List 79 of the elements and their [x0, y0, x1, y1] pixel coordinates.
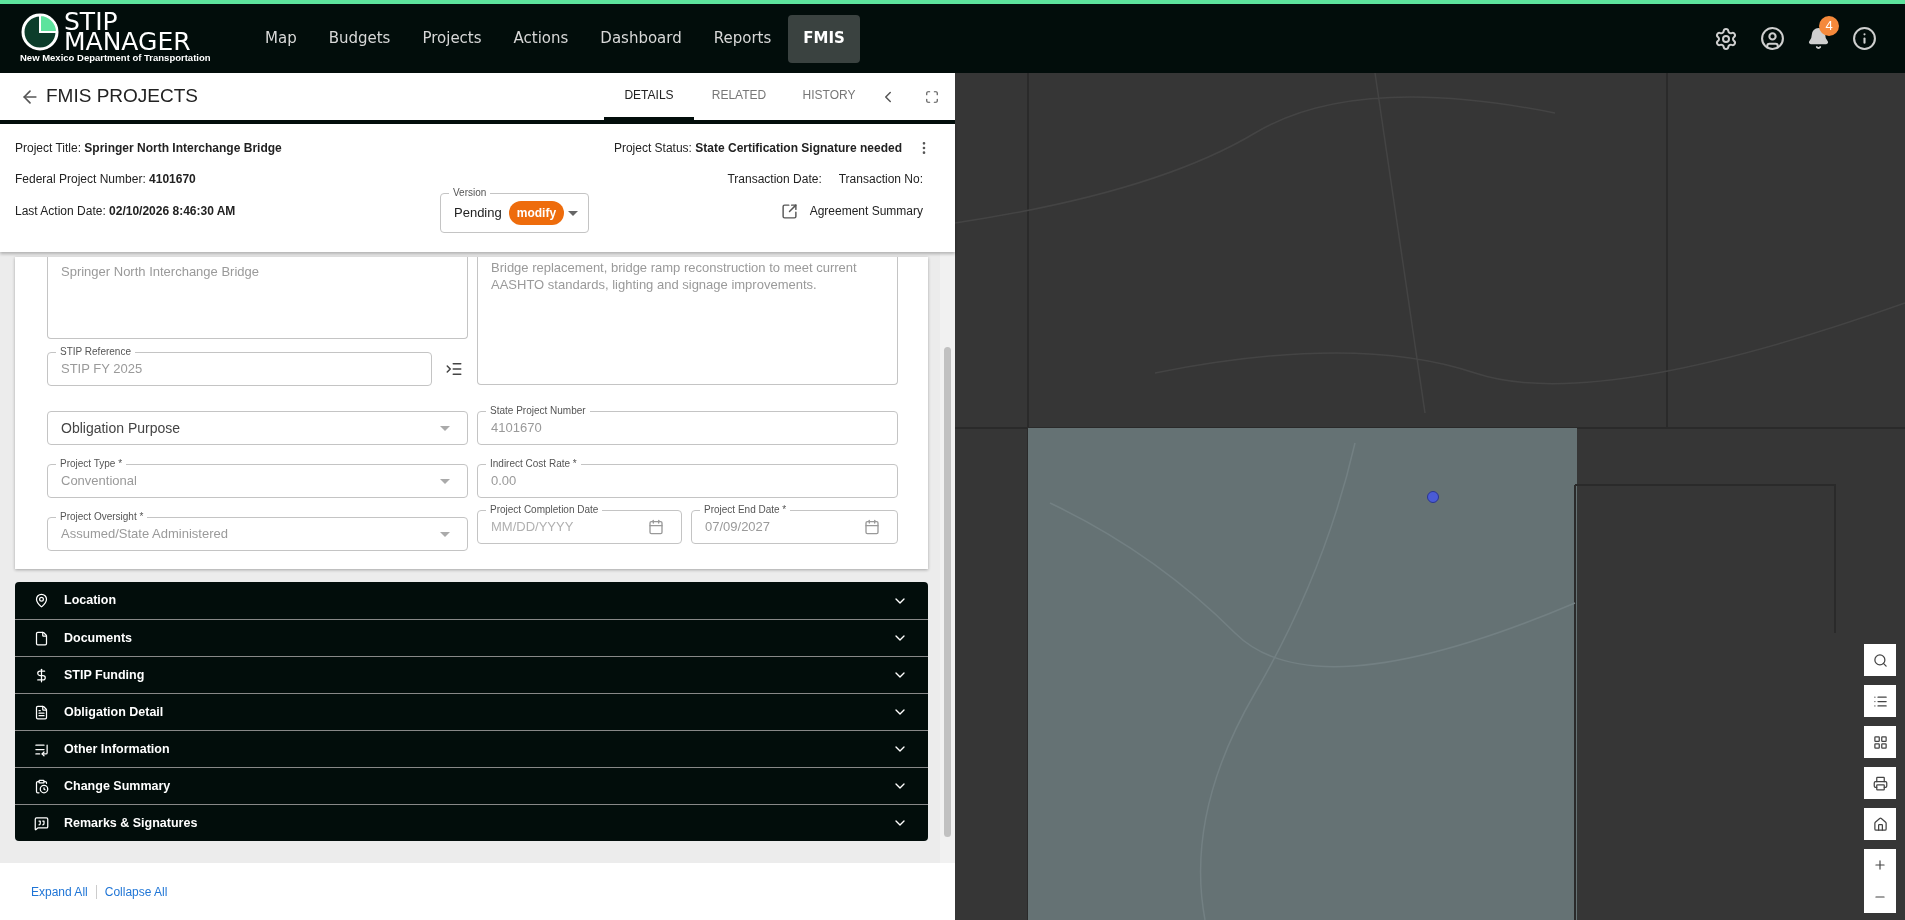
field-value: Pending — [454, 204, 502, 223]
settings-icon[interactable] — [1714, 26, 1738, 51]
project-title-text: Project Title: Springer North Interchange Bridge — [15, 140, 282, 157]
field-label: Project End Date * — [700, 504, 791, 516]
home-icon — [1872, 816, 1888, 832]
accordion-header[interactable]: Change Summary — [15, 767, 928, 804]
expand-all-link[interactable]: Expand All — [31, 882, 88, 901]
dropdown-caret-icon — [568, 210, 578, 216]
accordion-header[interactable]: STIP Funding — [15, 656, 928, 693]
accordion-header[interactable]: Obligation Detail — [15, 693, 928, 730]
dropdown-caret-icon — [440, 478, 450, 484]
location-pin-icon — [34, 593, 49, 608]
field-placeholder: Obligation Purpose — [61, 418, 182, 438]
nav-link[interactable]: Projects — [407, 14, 497, 63]
field-value: 07/09/2027 — [705, 518, 772, 537]
project-status-text: Project Status: State Certification Signature needed — [613, 140, 902, 157]
info-icon[interactable] — [1852, 26, 1877, 51]
pie-chart-logo-icon — [20, 11, 60, 52]
field-value: STIP FY 2025 — [61, 360, 144, 379]
agreement-summary-link[interactable]: Agreement Summary — [780, 202, 923, 220]
field-label: Project Oversight * — [56, 511, 148, 523]
accordion-header[interactable]: Remarks & Signatures — [15, 804, 928, 841]
printer-icon — [1872, 775, 1888, 791]
dropdown-caret-icon — [440, 425, 450, 431]
scrollbar[interactable] — [940, 252, 955, 863]
user-account-icon[interactable] — [1760, 26, 1785, 51]
transaction-date-text: Transaction Date: — [727, 171, 822, 188]
map-tool-button[interactable] — [1864, 767, 1896, 799]
field-placeholder: MM/DD/YYYY — [491, 518, 575, 537]
nav-link[interactable]: Dashboard — [585, 14, 697, 63]
map-tool-button[interactable] — [1864, 685, 1896, 717]
panel-title: FMIS PROJECTS — [46, 84, 198, 109]
collapse-all-link[interactable]: Collapse All — [104, 882, 168, 901]
clipboard-clock-icon — [34, 778, 49, 794]
field-value: Assumed/State Administered — [61, 525, 229, 544]
status-chip: modify — [508, 201, 565, 225]
accordion-header[interactable]: Location — [15, 582, 928, 619]
field-label: Project Type * — [56, 458, 127, 470]
nav-link[interactable]: Budgets — [313, 14, 406, 63]
field-label: Indirect Cost Rate * — [486, 458, 581, 470]
nav-link[interactable]: Map — [250, 14, 312, 63]
accordion-header[interactable]: Documents — [15, 619, 928, 656]
brand-subtitle: New Mexico Department of Transportation — [20, 50, 212, 65]
transaction-number-text: Transaction No: — [838, 171, 923, 188]
field-value: Conventional — [61, 472, 138, 491]
panel-tab[interactable]: HISTORY — [784, 73, 874, 120]
panel-tab[interactable]: RELATED — [694, 73, 784, 120]
calendar-icon[interactable] — [648, 519, 664, 535]
notification-count-badge: 4 — [1819, 16, 1839, 36]
plus-icon — [1873, 858, 1887, 872]
brand-title: STIP — [64, 11, 118, 32]
map-tool-button[interactable] — [1864, 644, 1896, 676]
search-icon — [1872, 652, 1888, 668]
brand-title: MANAGER — [64, 31, 191, 52]
field-value: Springer North Interchange Bridge — [61, 264, 259, 279]
federal-project-number-text: Federal Project Number: 4101670 — [15, 171, 196, 188]
dollar-icon — [34, 667, 49, 683]
nav-link[interactable]: FMIS — [788, 14, 860, 63]
field-label: State Project Number — [486, 405, 590, 417]
accordion-header[interactable]: Other Information — [15, 730, 928, 767]
grid-icon — [1872, 734, 1888, 750]
calendar-icon[interactable] — [864, 519, 880, 535]
panel-tab[interactable]: DETAILS — [604, 73, 694, 120]
field-label: Project Completion Date — [486, 504, 603, 516]
nav-link[interactable]: Actions — [498, 14, 584, 63]
list-icon — [1872, 693, 1888, 709]
map-tool-button[interactable] — [1864, 808, 1896, 840]
last-action-date-text: Last Action Date: 02/10/2026 8:46:30 AM — [15, 203, 237, 220]
document-icon — [34, 630, 49, 646]
field-label: STIP Reference — [56, 346, 135, 358]
fullscreen-icon[interactable] — [925, 89, 939, 104]
field-value: Bridge replacement, bridge ramp reconstruction to meet current AASHTO standards, lighting and signage improvements. — [491, 259, 858, 293]
dropdown-caret-icon — [440, 531, 450, 537]
field-value: 4101670 — [491, 419, 543, 438]
map-tool-button[interactable] — [1864, 726, 1896, 758]
nav-link[interactable]: Reports — [698, 14, 787, 63]
field-label: Version — [449, 187, 491, 199]
open-external-icon — [780, 202, 798, 220]
field-value: 0.00 — [491, 472, 518, 491]
